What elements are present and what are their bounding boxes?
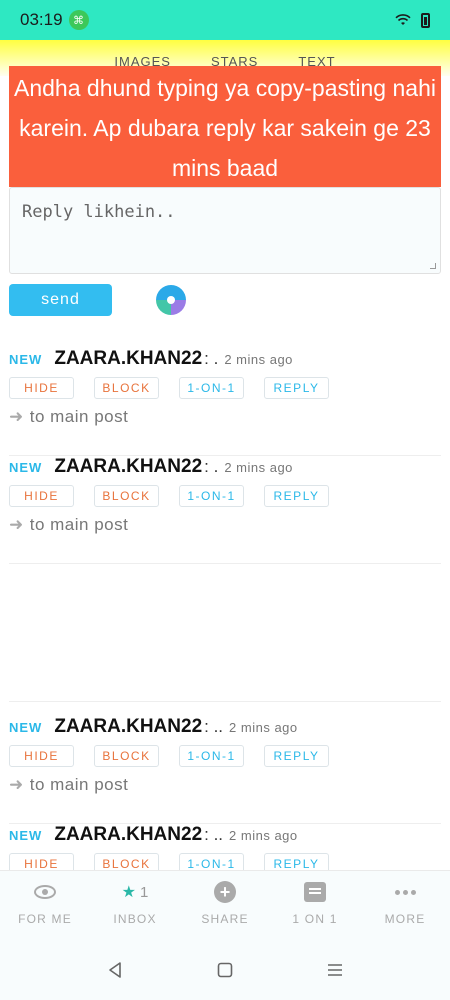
system-nav-bar [0,940,450,1000]
block-button[interactable]: BLOCK [94,377,159,399]
hide-button[interactable]: HIDE [9,853,74,870]
more-dots-icon [394,889,416,895]
nav-icon-wrap: + [214,881,236,903]
wifi-icon [395,14,411,25]
nav-label: MORE [384,912,426,926]
comment-text: : .. [204,825,224,844]
hide-button[interactable]: HIDE [9,377,74,399]
nav-for-me[interactable]: FOR ME [0,871,90,940]
main-post-link[interactable]: ➜ to main post [9,407,128,427]
nav-icon-wrap [394,881,416,903]
nav-one-on-one[interactable]: 1 ON 1 [270,871,360,940]
comment-header: NEW ZAARA.KHAN22 : . 2 mins ago [9,456,293,480]
nav-label: INBOX [113,912,157,926]
comment-timestamp: 2 mins ago [229,828,298,843]
inbox-count: 1 [140,883,149,901]
block-button[interactable]: BLOCK [94,485,159,507]
reply-box [9,187,441,274]
comment-item: NEW ZAARA.KHAN22 : .. 2 mins ago HIDE BL… [9,824,441,870]
nav-label: FOR ME [18,912,72,926]
plus-circle-icon: + [214,881,236,903]
block-button[interactable]: BLOCK [94,745,159,767]
comment-text: : .. [204,717,224,736]
comment-item: NEW ZAARA.KHAN22 : . 2 mins ago HIDE BLO… [9,456,441,564]
app-notification-icon: ⌘ [68,10,89,30]
comment-item: NEW ZAARA.KHAN22 : .. 2 mins ago HIDE BL… [9,716,441,824]
new-badge: NEW [9,828,43,843]
back-icon[interactable] [104,959,126,981]
one-on-one-button[interactable]: 1-ON-1 [179,853,244,870]
main-post-link[interactable]: ➜ to main post [9,515,128,535]
status-icons [395,12,430,28]
nav-label: SHARE [201,912,249,926]
send-button[interactable]: send [9,284,112,316]
one-on-one-button[interactable]: 1-ON-1 [179,377,244,399]
reply-button[interactable]: REPLY [264,485,329,507]
comment-timestamp: 2 mins ago [224,352,293,367]
main-post-link-label: to main post [29,515,129,534]
nav-more[interactable]: MORE [360,871,450,940]
comment-actions: HIDE BLOCK 1-ON-1 REPLY [9,853,329,870]
reply-button[interactable]: REPLY [264,377,329,399]
chat-icon [304,882,326,902]
rate-limit-alert: Andha dhund typing ya copy-pasting nahi … [9,66,441,187]
one-on-one-button[interactable]: 1-ON-1 [179,485,244,507]
hide-button[interactable]: HIDE [9,745,74,767]
resize-handle[interactable] [430,263,436,269]
status-time: 03:19 [20,10,63,29]
comment-header: NEW ZAARA.KHAN22 : .. 2 mins ago [9,824,298,848]
block-button[interactable]: BLOCK [94,853,159,870]
nav-label: 1 ON 1 [292,912,338,926]
home-icon[interactable] [214,959,236,981]
eye-icon [34,885,56,899]
arrow-right-icon: ➜ [9,775,24,794]
comment-item: NEW ZAARA.KHAN22 : . 2 mins ago HIDE BLO… [9,348,441,456]
arrow-right-icon: ➜ [9,515,24,534]
main-post-link-label: to main post [29,775,129,794]
nav-inbox[interactable]: ★ 1 INBOX [90,871,180,940]
comment-header: NEW ZAARA.KHAN22 : . 2 mins ago [9,348,293,372]
comment-spacer [9,564,441,702]
comment-text: : . [204,349,219,368]
comment-username[interactable]: ZAARA.KHAN22 [54,824,202,846]
new-badge: NEW [9,460,43,475]
reply-button[interactable]: REPLY [264,745,329,767]
comment-header: NEW ZAARA.KHAN22 : .. 2 mins ago [9,716,298,740]
one-on-one-button[interactable]: 1-ON-1 [179,745,244,767]
comment-actions: HIDE BLOCK 1-ON-1 REPLY [9,485,329,507]
main-post-link-label: to main post [29,407,129,426]
comment-text: : . [204,457,219,476]
battery-icon [421,12,430,28]
nav-icon-wrap: ★ 1 [122,881,149,903]
reply-button[interactable]: REPLY [264,853,329,870]
comment-username[interactable]: ZAARA.KHAN22 [54,348,202,370]
comment-actions: HIDE BLOCK 1-ON-1 REPLY [9,377,329,399]
new-badge: NEW [9,352,43,367]
comment-username[interactable]: ZAARA.KHAN22 [54,456,202,478]
menu-icon[interactable] [324,959,346,981]
nav-share[interactable]: + SHARE [180,871,270,940]
comment-timestamp: 2 mins ago [229,720,298,735]
comment-actions: HIDE BLOCK 1-ON-1 REPLY [9,745,329,767]
new-badge: NEW [9,720,43,735]
nav-icon-wrap [34,881,56,903]
nav-icon-wrap [304,881,326,903]
reply-input[interactable] [22,202,428,259]
main-post-link[interactable]: ➜ to main post [9,775,128,795]
star-icon: ★ [121,884,136,901]
arrow-right-icon: ➜ [9,407,24,426]
status-bar: 03:19 ⌘ [0,0,450,40]
bottom-nav: FOR ME ★ 1 INBOX + SHARE 1 ON 1 MORE [0,870,450,940]
loading-spinner-icon [156,285,186,315]
hide-button[interactable]: HIDE [9,485,74,507]
comment-username[interactable]: ZAARA.KHAN22 [54,716,202,738]
comment-timestamp: 2 mins ago [224,460,293,475]
